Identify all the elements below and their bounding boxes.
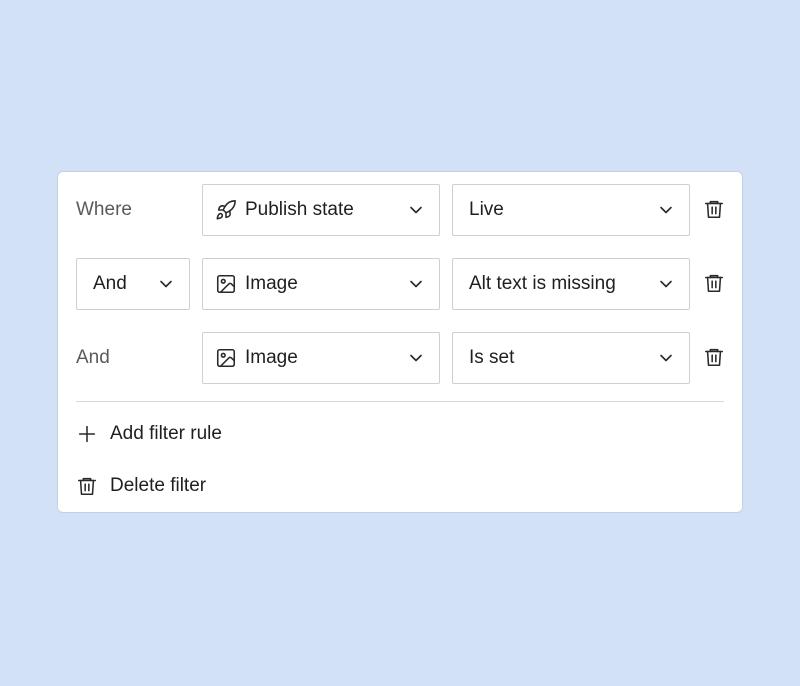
chevron-down-icon bbox=[659, 203, 673, 217]
chevron-down-icon bbox=[409, 351, 423, 365]
field-select-value: Image bbox=[245, 273, 298, 294]
plus-icon bbox=[76, 423, 98, 445]
filter-rule-row: Where Publish state Live bbox=[76, 184, 726, 236]
conjunction-select-value: And bbox=[93, 273, 127, 294]
add-filter-rule-button[interactable]: Add filter rule bbox=[76, 419, 376, 449]
chevron-down-icon bbox=[409, 203, 423, 217]
image-icon bbox=[215, 347, 237, 369]
chevron-down-icon bbox=[659, 277, 673, 291]
conjunction-select[interactable]: And bbox=[76, 258, 190, 310]
delete-filter-label: Delete filter bbox=[110, 475, 207, 496]
chevron-down-icon bbox=[659, 351, 673, 365]
image-icon bbox=[215, 273, 237, 295]
trash-icon[interactable] bbox=[703, 198, 725, 220]
value-select-value: Live bbox=[469, 199, 504, 220]
filter-panel: Where Publish state Live And Image Alt t… bbox=[58, 172, 742, 512]
trash-icon bbox=[76, 475, 98, 497]
value-select[interactable]: Is set bbox=[452, 332, 690, 384]
value-select[interactable]: Alt text is missing bbox=[452, 258, 690, 310]
field-select[interactable]: Image bbox=[202, 332, 440, 384]
divider bbox=[76, 401, 724, 402]
conjunction-label: Where bbox=[76, 199, 132, 220]
delete-filter-button[interactable]: Delete filter bbox=[76, 471, 376, 501]
field-select[interactable]: Image bbox=[202, 258, 440, 310]
field-select-value: Image bbox=[245, 347, 298, 368]
field-select-value: Publish state bbox=[245, 199, 354, 220]
value-select-value: Alt text is missing bbox=[469, 273, 616, 294]
filter-rule-row: And Image Is set bbox=[76, 332, 726, 384]
trash-icon[interactable] bbox=[703, 346, 725, 368]
rocket-icon bbox=[215, 199, 237, 221]
chevron-down-icon bbox=[409, 277, 423, 291]
value-select[interactable]: Live bbox=[452, 184, 690, 236]
value-select-value: Is set bbox=[469, 347, 515, 368]
field-select[interactable]: Publish state bbox=[202, 184, 440, 236]
add-filter-rule-label: Add filter rule bbox=[110, 423, 222, 444]
chevron-down-icon bbox=[159, 277, 173, 291]
conjunction-label: And bbox=[76, 347, 110, 368]
trash-icon[interactable] bbox=[703, 272, 725, 294]
filter-rule-row: And Image Alt text is missing bbox=[76, 258, 726, 310]
